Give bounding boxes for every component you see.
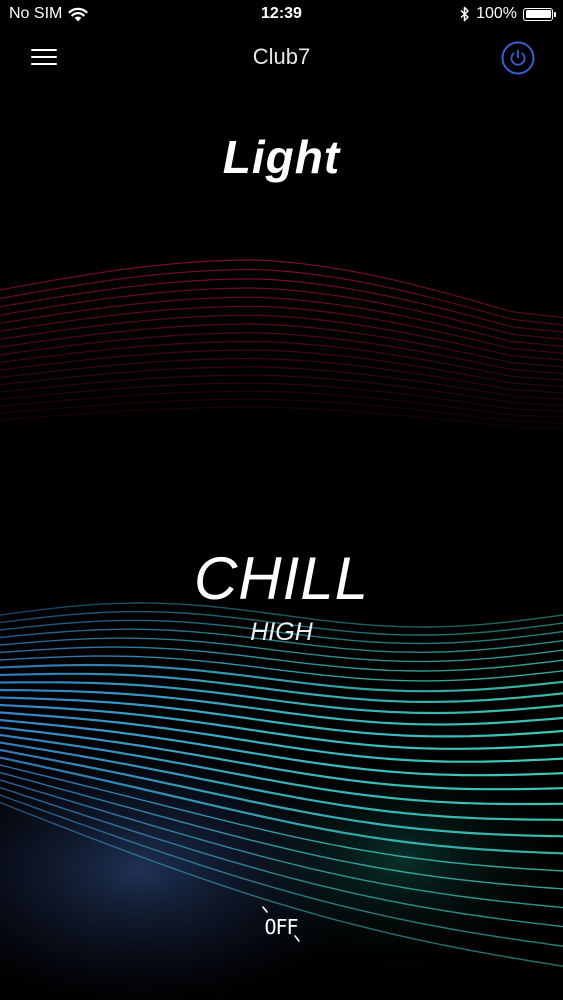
wave-line [0, 398, 563, 424]
wave-line [0, 672, 563, 704]
battery-percent: 100% [476, 5, 517, 22]
wave-line [0, 323, 563, 368]
wave-line [0, 296, 563, 348]
status-bar: No SIM 12:39 100% [0, 0, 563, 30]
battery-tip [554, 11, 556, 17]
wave-line [0, 314, 563, 361]
nav-title: Club7 [252, 44, 311, 69]
status-right: 100% [460, 5, 556, 23]
red-wave-lines [0, 259, 563, 430]
wave-line [0, 340, 563, 381]
battery-icon [523, 7, 556, 21]
app-screen: No SIM 12:39 100% Club7 Light CHILL HIGH… [0, 0, 563, 1000]
bluetooth-icon [460, 6, 469, 22]
power-icon [501, 41, 535, 75]
mode-title: Light [222, 131, 341, 183]
power-button[interactable] [501, 41, 535, 75]
wave-line [0, 278, 563, 333]
off-label: OFF [264, 915, 298, 939]
wave-line [0, 305, 563, 354]
nav-bar: Club7 [0, 30, 563, 84]
scene-name[interactable]: CHILL [0, 544, 563, 613]
scene-level: HIGH [250, 618, 313, 646]
wave-line [0, 287, 563, 340]
battery-fill [525, 10, 551, 18]
wave-line [0, 681, 563, 715]
off-button[interactable]: OFF [251, 900, 311, 950]
